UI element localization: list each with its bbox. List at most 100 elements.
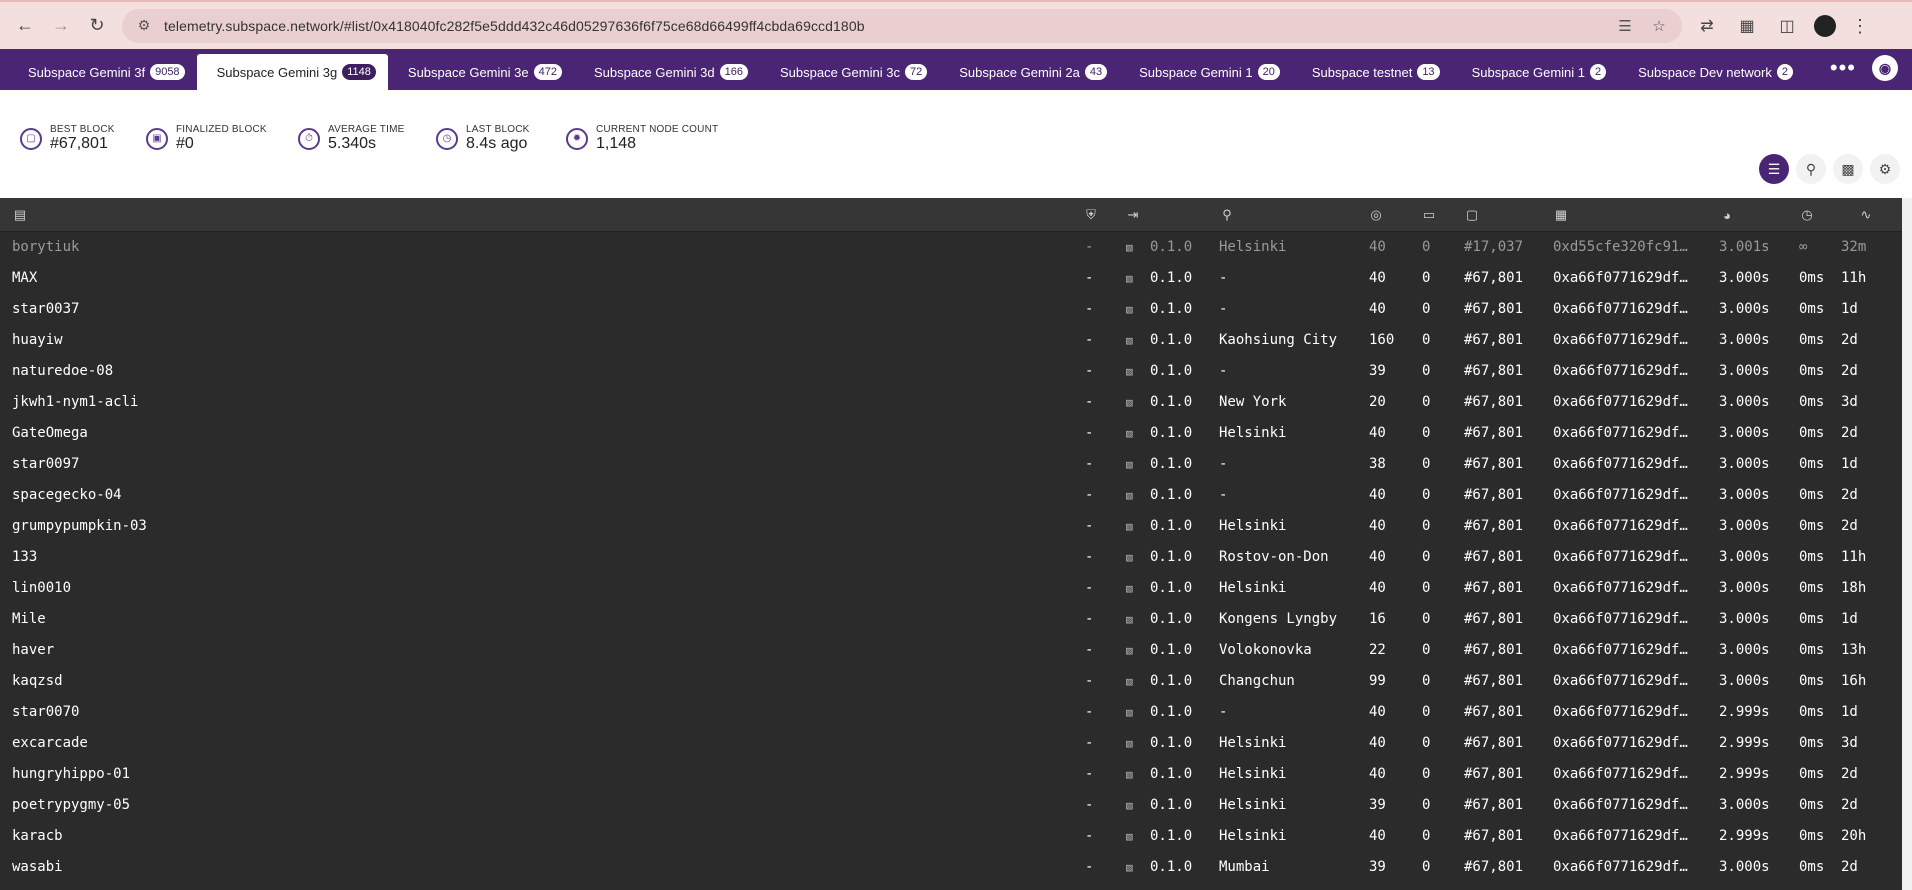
map-view-icon[interactable]: ⚲ (1796, 154, 1826, 184)
stats-view-icon[interactable]: ▩ (1833, 154, 1863, 184)
table-row[interactable]: GateOmega - 0.1.0 Helsinki 40 0 #67,801 0xa66f0… (0, 418, 1902, 449)
tab-network[interactable]: Subspace Gemini 3e 472 (388, 54, 574, 90)
table-row[interactable]: star0037 - 0.1.0 - 40 0 #67,801 0xa66f0771629df… (0, 294, 1902, 325)
implementation-logo-icon: ▧ (1126, 396, 1133, 409)
table-row[interactable]: huayiw - 0.1.0 Kaohsiung City 160 0 #67,801 0xa… (0, 325, 1902, 356)
block-cube-icon[interactable]: ▢ (1464, 207, 1480, 223)
txs-cell: 0 (1422, 766, 1431, 782)
tab-network[interactable]: Subspace testnet 13 (1292, 54, 1452, 90)
side-panel-icon[interactable]: ◫ (1772, 11, 1802, 41)
version-cell: 0.1.0 (1150, 828, 1193, 844)
txs-cell: 0 (1422, 518, 1431, 534)
location-pin-icon[interactable]: ⚲ (1219, 207, 1235, 223)
reload-icon[interactable]: ↻ (82, 11, 112, 41)
version-cell: 0.1.0 (1150, 301, 1193, 317)
table-row[interactable]: poetrypygmy-05 - 0.1.0 Helsinki 39 0 #67,801 0x… (0, 790, 1902, 821)
version-cell: 0.1.0 (1150, 549, 1193, 565)
block-number-cell: #67,801 (1464, 332, 1524, 348)
translate-icon[interactable]: ☰ (1612, 13, 1638, 39)
settings-sliders-icon[interactable]: ⚙ (1870, 154, 1900, 184)
url-text[interactable]: telemetry.subspace.network/#list/0x41804… (164, 18, 1604, 34)
uptime-pulse-icon[interactable]: ∿ (1858, 207, 1874, 223)
validator-cell: - (1085, 332, 1094, 348)
table-row[interactable]: 133 - 0.1.0 Rostov-on-Don 40 0 #67,801 0xa66f07… (0, 542, 1902, 573)
version-cell: 0.1.0 (1150, 425, 1193, 441)
block-hash-cell: 0xa66f0771629df… (1553, 487, 1688, 503)
forward-icon[interactable]: → (46, 11, 76, 41)
table-row[interactable]: naturedoe-08 - 0.1.0 - 39 0 #67,801 0xa66f07716… (0, 356, 1902, 387)
list-view-icon[interactable]: ☰ (1759, 154, 1789, 184)
site-settings-icon[interactable]: ⚙ (134, 16, 154, 36)
tab-network[interactable]: Subspace Gemini 1 20 (1119, 54, 1292, 90)
validator-cell: - (1085, 704, 1094, 720)
block-number-cell: #67,801 (1464, 704, 1524, 720)
block-time-cell: 3.000s (1719, 549, 1770, 565)
block-hash-cell: 0xa66f0771629df… (1553, 518, 1688, 534)
stat-finalized-block: ▣ Finalized Block #0 (146, 124, 267, 153)
location-cell: Helsinki (1219, 797, 1287, 813)
tab-network[interactable]: Subspace Gemini 2a 43 (939, 54, 1119, 90)
table-row[interactable]: star0070 - 0.1.0 - 40 0 #67,801 0xa66f0771629df… (0, 697, 1902, 728)
peers-cell: 99 (1369, 673, 1386, 689)
terminal-implementation-icon[interactable]: ⇥ (1125, 207, 1141, 223)
table-row[interactable]: spacegecko-04 - 0.1.0 - 40 0 #67,801 0xa66f0771… (0, 480, 1902, 511)
github-icon[interactable]: ◉ (1872, 55, 1898, 81)
table-row[interactable]: star0097 - 0.1.0 - 38 0 #67,801 0xa66f0771629df… (0, 449, 1902, 480)
block-hash-file-icon[interactable]: ▦ (1553, 207, 1569, 223)
extensions-puzzle-icon[interactable]: ▦ (1732, 11, 1762, 41)
table-row[interactable]: kaqzsd - 0.1.0 Changchun 99 0 #67,801 0xa66f077… (0, 666, 1902, 697)
version-cell: 0.1.0 (1150, 363, 1193, 379)
node-name: excarcade (12, 735, 88, 751)
stat-value: 1,148 (596, 135, 637, 152)
peers-cell: 40 (1369, 425, 1386, 441)
tab-count-badge: 9058 (150, 64, 185, 80)
uptime-cell: 2d (1841, 797, 1858, 813)
profile-avatar[interactable] (1814, 14, 1836, 37)
propagation-timer-icon[interactable]: ◷ (1799, 207, 1815, 223)
address-bar[interactable]: ⚙ telemetry.subspace.network/#list/0x418… (122, 8, 1682, 43)
table-row[interactable]: Mile - 0.1.0 Kongens Lyngby 16 0 #67,801 0xa66f… (0, 604, 1902, 635)
propagation-cell: 0ms (1799, 797, 1825, 813)
table-scrollbar[interactable] (1902, 198, 1912, 890)
version-cell: 0.1.0 (1150, 704, 1193, 720)
tab-network[interactable]: Subspace Gemini 3g 1148 (196, 54, 388, 90)
tab-count-badge: 13 (1417, 64, 1440, 80)
peers-broadcast-icon[interactable]: ◎ (1368, 207, 1384, 223)
tab-network[interactable]: Subspace Dev network 2 (1618, 54, 1805, 90)
table-row[interactable]: MAX - 0.1.0 - 40 0 #67,801 0xa66f0771629df… 3.00… (0, 263, 1902, 294)
table-row[interactable]: karacb - 0.1.0 Helsinki 40 0 #67,801 0xa66f0771… (0, 821, 1902, 852)
table-row[interactable]: grumpypumpkin-03 - 0.1.0 Helsinki 40 0 #67,801… (0, 511, 1902, 542)
translate-extension-icon[interactable]: ⇄ (1692, 11, 1722, 41)
table-row[interactable]: wasabi - 0.1.0 Mumbai 39 0 #67,801 0xa66f077162… (0, 852, 1902, 883)
view-switcher: ☰ ⚲ ▩ ⚙ (1752, 154, 1900, 184)
table-row[interactable]: hungryhippo-01 - 0.1.0 Helsinki 40 0 #67,801 0x… (0, 759, 1902, 790)
bookmark-star-icon[interactable]: ☆ (1646, 13, 1672, 39)
peers-cell: 40 (1369, 270, 1386, 286)
location-cell: Kongens Lyngby (1219, 611, 1338, 627)
validator-shield-icon[interactable]: ⛨ (1083, 207, 1099, 223)
browser-menu-icon[interactable]: ⋮ (1850, 17, 1870, 35)
tab-network[interactable]: Subspace Gemini 3d 166 (574, 54, 760, 90)
tab-network[interactable]: Subspace Gemini 12 (1452, 54, 1619, 90)
implementation-logo-icon: ▧ (1126, 582, 1133, 595)
tab-network[interactable]: Subspace Gemini 3f 9058 (8, 54, 197, 90)
transactions-inbox-icon[interactable]: ▭ (1421, 207, 1437, 223)
back-icon[interactable]: ← (10, 11, 40, 41)
uptime-cell: 3d (1841, 735, 1858, 751)
more-networks-icon[interactable]: ••• (1830, 55, 1856, 81)
table-row[interactable]: excarcade - 0.1.0 Helsinki 40 0 #67,801 0xa66f0… (0, 728, 1902, 759)
table-row[interactable]: borytiuk - 0.1.0 Helsinki 40 0 #17,037 0xd55cfe… (0, 232, 1902, 263)
table-row[interactable]: lin0010 - 0.1.0 Helsinki 40 0 #67,801 0xa66f077… (0, 573, 1902, 604)
node-name-column-icon[interactable]: ▤ (12, 207, 28, 223)
peers-cell: 39 (1369, 859, 1386, 875)
tab-network[interactable]: Subspace Gemini 3c 72 (760, 54, 939, 90)
stat-value: #67,801 (50, 135, 108, 152)
uptime-cell: 2d (1841, 332, 1858, 348)
block-time-gauge-icon[interactable]: ◕ (1719, 207, 1735, 223)
network-tabs: Subspace Gemini 3f 9058 Subspace Gemini 3g… (0, 49, 1912, 90)
table-row[interactable]: jkwh1-nym1-acli - 0.1.0 New York 20 0 #67,801 0… (0, 387, 1902, 418)
table-row[interactable]: haver - 0.1.0 Volokonovka 22 0 #67,801 0xa66f07… (0, 635, 1902, 666)
tab-count-badge: 1148 (342, 64, 376, 80)
node-name: kaqzsd (12, 673, 63, 689)
block-hash-cell: 0xa66f0771629df… (1553, 797, 1688, 813)
